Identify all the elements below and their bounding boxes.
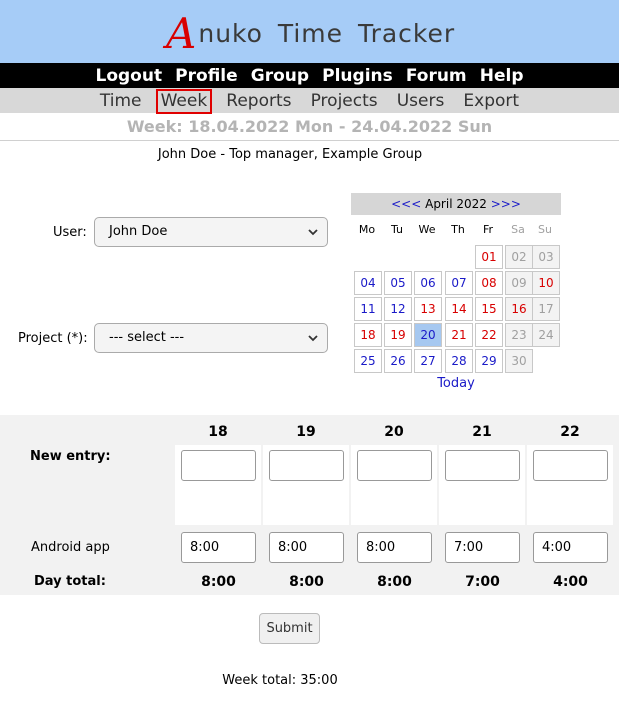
page-title: Week: 18.04.2022 Mon - 24.04.2022 Sun (126, 117, 493, 136)
calendar-day[interactable]: 06 (414, 271, 442, 295)
day-total-label: Day total: (34, 574, 106, 589)
calendar-weekday: Th (451, 223, 465, 236)
calendar-day[interactable]: 13 (414, 297, 442, 321)
submit-button[interactable]: Submit (259, 613, 320, 644)
logo-letter: A (166, 9, 197, 58)
project-select[interactable]: --- select --- (94, 323, 328, 353)
calendar-day[interactable]: 17 (532, 297, 560, 321)
app-header: Anuko Time Tracker (0, 0, 619, 63)
day-total-value: 8:00 (201, 574, 236, 590)
calendar-weekday: Tu (390, 223, 404, 236)
day-total-value: 7:00 (465, 574, 500, 590)
day-column-header: 18 (208, 424, 228, 440)
calendar-today-link[interactable]: Today (351, 376, 561, 391)
calendar-day[interactable]: 30 (505, 349, 533, 373)
calendar-day[interactable]: 14 (445, 297, 473, 321)
subnav-projects[interactable]: Projects (306, 89, 383, 114)
calendar-day[interactable]: 07 (445, 271, 473, 295)
day-column-header: 22 (560, 424, 580, 440)
subnav-week[interactable]: Week (155, 89, 213, 114)
new-entry-input[interactable] (445, 450, 520, 481)
calendar-weekday: Sa (511, 223, 525, 236)
subnav-time[interactable]: Time (95, 89, 147, 114)
nav-forum[interactable]: Forum (406, 66, 467, 86)
calendar-month: April 2022 (425, 197, 487, 211)
day-column-header: 21 (472, 424, 492, 440)
calendar-weekday: We (418, 223, 436, 236)
calendar-day[interactable]: 12 (384, 297, 412, 321)
project-select-value: --- select --- (109, 330, 185, 345)
calendar-day[interactable]: 05 (384, 271, 412, 295)
calendar-weekday: Fr (482, 223, 494, 236)
time-entry-input[interactable]: 8:00 (269, 532, 344, 563)
nav-profile[interactable]: Profile (175, 66, 237, 86)
calendar-day[interactable]: 11 (354, 297, 382, 321)
time-entry-input[interactable]: 8:00 (357, 532, 432, 563)
project-label: Project (*): (18, 331, 88, 346)
new-entry-input[interactable] (357, 450, 432, 481)
row-label-android-app: Android app (31, 540, 110, 555)
chevron-down-icon (308, 335, 318, 342)
nav-help[interactable]: Help (480, 66, 524, 86)
nav-plugins[interactable]: Plugins (322, 66, 393, 86)
user-select-value: John Doe (109, 224, 168, 239)
day-column-header: 19 (296, 424, 316, 440)
calendar-header: <<< April 2022 >>> (351, 193, 561, 215)
top-navigation: Logout Profile Group Plugins Forum Help (0, 63, 619, 88)
calendar-day[interactable]: 19 (384, 323, 412, 347)
calendar-day[interactable]: 03 (532, 245, 560, 269)
calendar-day[interactable]: 26 (384, 349, 412, 373)
subnav-export[interactable]: Export (458, 89, 524, 114)
calendar-day[interactable]: 15 (475, 297, 503, 321)
calendar-day[interactable]: 04 (354, 271, 382, 295)
day-column-header: 20 (384, 424, 404, 440)
app-logo[interactable]: Anuko Time Tracker (166, 12, 455, 56)
logo-text: nuko Time Tracker (198, 19, 456, 48)
calendar-weekday: Su (538, 223, 552, 236)
nav-group[interactable]: Group (251, 66, 309, 86)
calendar-day[interactable]: 01 (475, 245, 503, 269)
calendar-day[interactable]: 08 (475, 271, 503, 295)
user-select[interactable]: John Doe (94, 217, 328, 247)
new-entry-input[interactable] (269, 450, 344, 481)
calendar-day[interactable]: 18 (354, 323, 382, 347)
calendar-prev[interactable]: <<< (391, 197, 421, 211)
calendar-day[interactable]: 24 (532, 323, 560, 347)
new-entry-input[interactable] (533, 450, 608, 481)
calendar-day[interactable]: 09 (505, 271, 533, 295)
day-total-value: 4:00 (553, 574, 588, 590)
calendar-day[interactable]: 22 (475, 323, 503, 347)
user-info: John Doe - Top manager, Example Group (157, 147, 423, 162)
time-entry-input[interactable]: 4:00 (533, 532, 608, 563)
chevron-down-icon (308, 229, 318, 236)
week-total: Week total: 35:00 (222, 673, 338, 688)
calendar-day[interactable]: 10 (532, 271, 560, 295)
new-entry-input[interactable] (181, 450, 256, 481)
time-entry-input[interactable]: 8:00 (181, 532, 256, 563)
new-entry-label: New entry: (30, 449, 111, 464)
calendar-next[interactable]: >>> (491, 197, 521, 211)
calendar-day[interactable]: 20 (414, 323, 442, 347)
calendar-day[interactable]: 25 (354, 349, 382, 373)
subnav-reports[interactable]: Reports (221, 89, 296, 114)
day-total-value: 8:00 (377, 574, 412, 590)
calendar-day[interactable]: 16 (505, 297, 533, 321)
calendar-weekday: Mo (358, 223, 376, 236)
subnav-users[interactable]: Users (392, 89, 450, 114)
calendar-day[interactable]: 23 (505, 323, 533, 347)
nav-logout[interactable]: Logout (95, 66, 162, 86)
calendar-day[interactable]: 27 (414, 349, 442, 373)
calendar-day[interactable]: 28 (445, 349, 473, 373)
day-total-value: 8:00 (289, 574, 324, 590)
user-label: User: (53, 225, 87, 240)
calendar-day[interactable]: 29 (475, 349, 503, 373)
calendar: <<< April 2022 >>> Mo Tu We Th Fr Sa Su 01 02 03 0… (351, 193, 561, 391)
divider (0, 140, 619, 141)
calendar-day[interactable]: 21 (445, 323, 473, 347)
time-entry-input[interactable]: 7:00 (445, 532, 520, 563)
calendar-day[interactable]: 02 (505, 245, 533, 269)
sub-navigation: Time Week Reports Projects Users Export (0, 88, 619, 114)
